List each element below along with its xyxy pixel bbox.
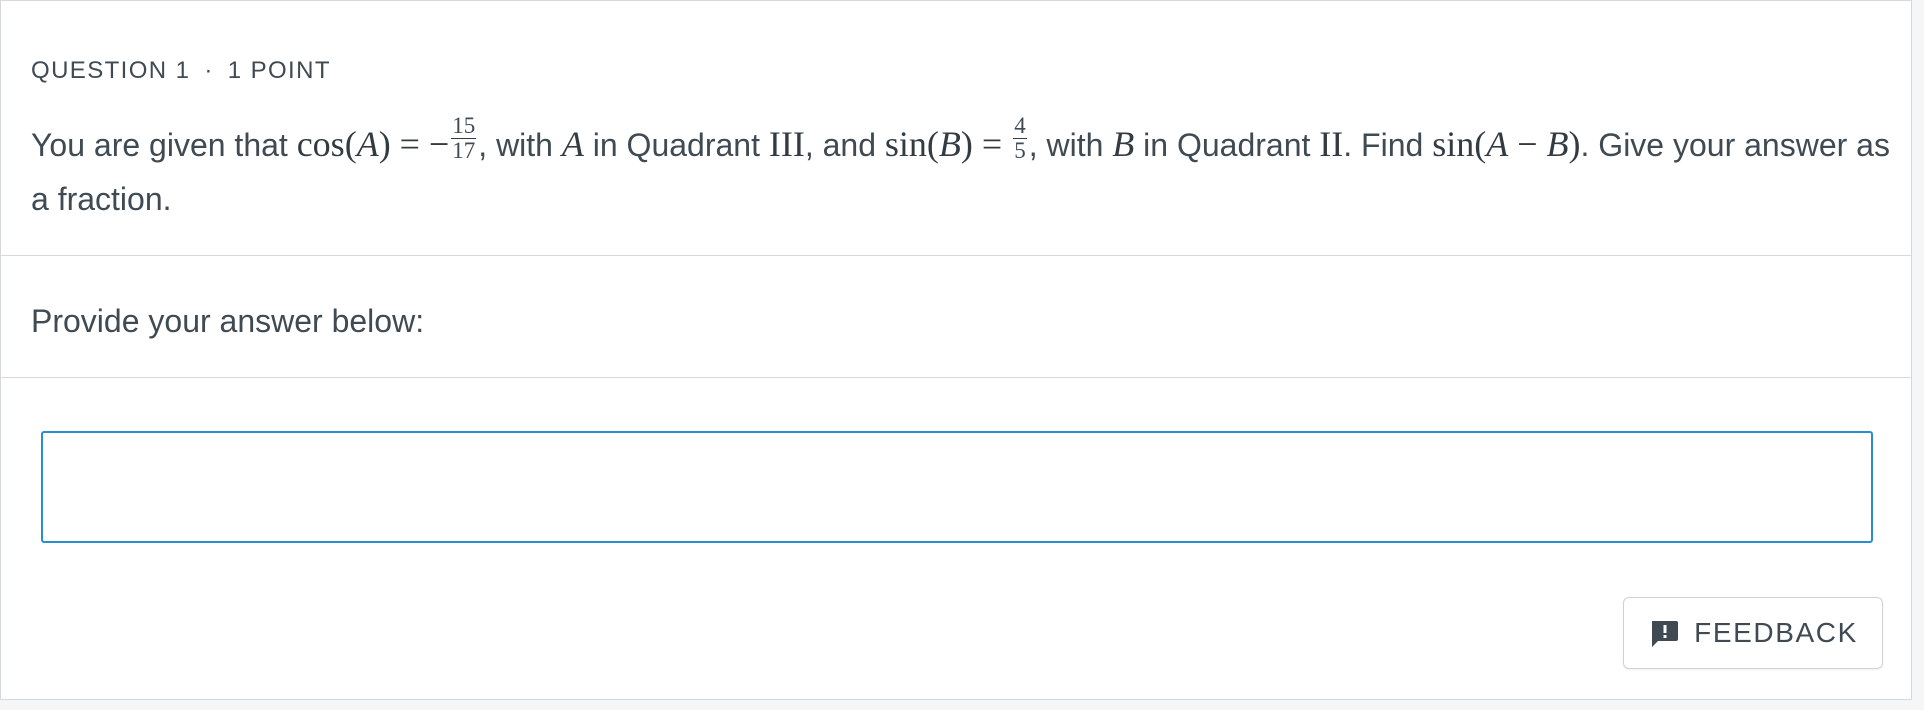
answer-prompt: Provide your answer below: (31, 303, 425, 339)
question-text-segment: You are given that (31, 127, 297, 163)
answer-input[interactable] (41, 431, 1873, 543)
feedback-button[interactable]: FEEDBACK (1623, 597, 1883, 669)
answer-section: FEEDBACK (1, 377, 1911, 699)
question-text-segment: in Quadrant (1134, 127, 1320, 163)
answer-prompt-section: Provide your answer below: (1, 255, 1911, 378)
question-text-segment: , and (804, 127, 885, 163)
feedback-label: FEEDBACK (1694, 617, 1858, 648)
header-separator: · (204, 57, 214, 84)
feedback-icon (1648, 617, 1680, 649)
fraction-4-5: 45 (1013, 113, 1027, 164)
math-quadrant-ii: II (1319, 124, 1344, 164)
math-var-b: B (1112, 124, 1135, 164)
question-text: You are given that cos(A) = −15 17, with … (31, 113, 1891, 226)
question-header: QUESTION 1 · 1 POINT (31, 57, 331, 85)
question-text-segment: , with (1028, 127, 1113, 163)
math-sin-b: sin(B) = (884, 124, 1012, 164)
question-text-segment: . Find (1343, 127, 1433, 163)
math-sin-a-minus-b: sin(A − B) (1432, 124, 1581, 164)
question-points: 1 POINT (227, 57, 331, 84)
question-text-segment: , with (478, 127, 562, 163)
fraction-15-17: 15 17 (451, 113, 477, 164)
math-cos-a: cos(A) = − (296, 124, 450, 164)
math-quadrant-iii: III (768, 124, 805, 164)
question-section: QUESTION 1 · 1 POINT You are given that co… (1, 1, 1911, 256)
math-var-a: A (561, 124, 584, 164)
question-text-segment: in Quadrant (583, 127, 769, 163)
question-card: QUESTION 1 · 1 POINT You are given that co… (0, 0, 1912, 700)
question-number: QUESTION 1 (31, 57, 191, 84)
